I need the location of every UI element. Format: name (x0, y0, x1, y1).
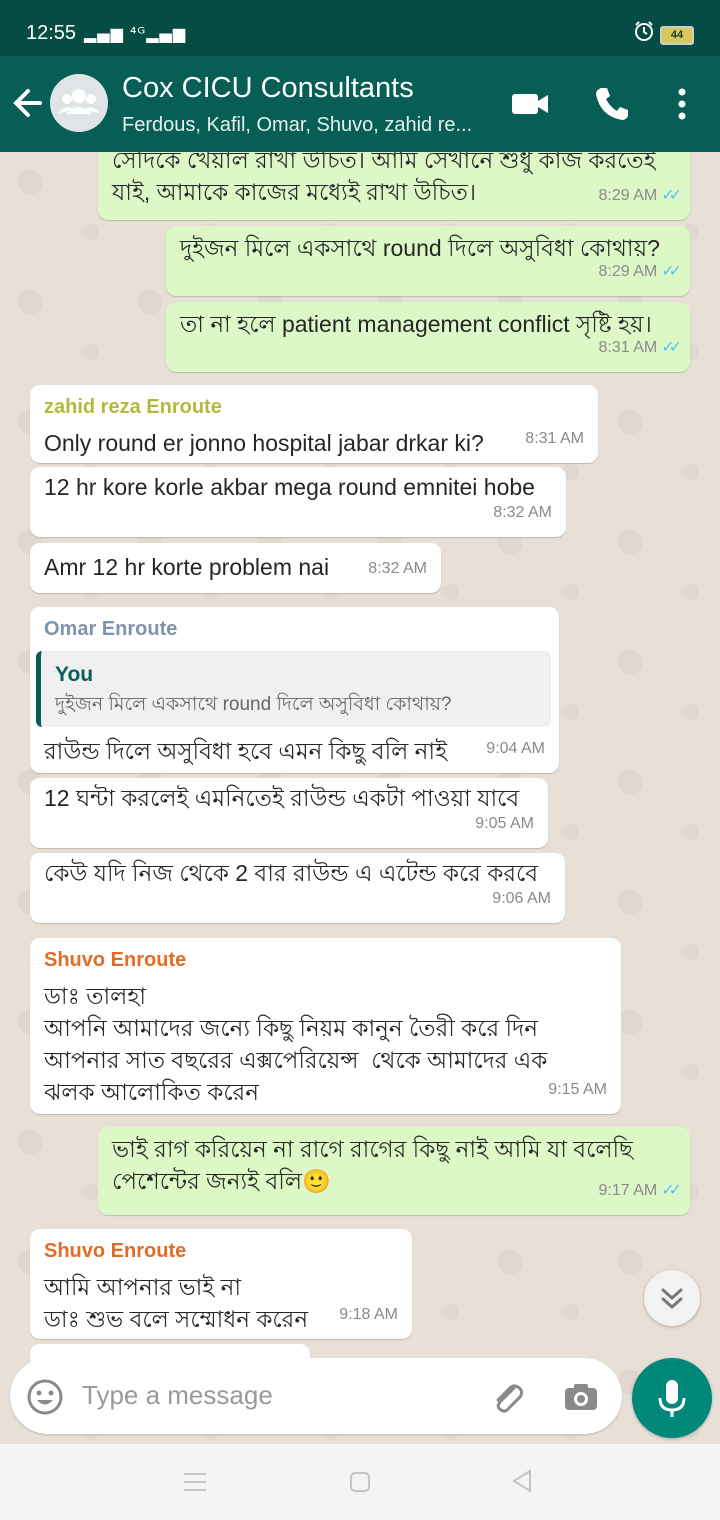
message-time: 9:05 AM (475, 815, 534, 832)
voice-call-icon[interactable] (592, 84, 632, 124)
message-meta: 8:29 AM ✓✓ (598, 180, 682, 212)
message-meta: 8:31 AM ✓✓ (598, 332, 682, 364)
nav-home-icon[interactable] (348, 1470, 372, 1494)
attach-icon[interactable] (488, 1378, 526, 1416)
status-time: 12:55 (26, 22, 77, 44)
message-bubble-outgoing[interactable]: তা না হলে patient management conflict সৃ… (166, 302, 690, 372)
message-bubble-incoming[interactable]: 12 ঘন্টা করলেই এমনিতেই রাউন্ড একটা পাওয়… (30, 778, 548, 848)
signal-icon: ▂▄▆ ⁴ᴳ▂▄▆ (84, 24, 187, 43)
alarm-icon (635, 21, 653, 41)
message-bubble-outgoing[interactable]: দুইজন মিলে একসাথে round দিলে অসুবিধা কোথ… (166, 226, 690, 296)
camera-icon[interactable] (562, 1378, 600, 1416)
nav-menu-icon[interactable] (182, 1470, 208, 1494)
read-ticks-icon: ✓✓ (661, 187, 682, 204)
sender-name[interactable]: Shuvo Enroute (44, 944, 607, 976)
quoted-message[interactable]: You দুইজন মিলে একসাথে round দিলে অসুবিধা… (36, 651, 551, 727)
message-time: 8:32 AM (493, 504, 552, 521)
message-bubble-incoming[interactable]: Shuvo Enroute ডাঃ তালহা আপনি আমাদের জন্য… (30, 938, 621, 1114)
message-meta: 8:29 AM ✓✓ (598, 256, 682, 288)
message-bubble-outgoing[interactable]: ভাই রাগ করিয়েন না রাগে রাগের কিছু নাই আ… (98, 1127, 690, 1215)
message-text: 12 ঘন্টা করলেই এমনিতেই রাউন্ড একটা পাওয়… (44, 785, 520, 811)
message-time: 8:32 AM (368, 560, 427, 577)
back-arrow-icon[interactable] (10, 78, 50, 128)
more-options-icon[interactable] (662, 84, 702, 124)
message-text: রাউন্ড দিলে অসুবিধা হবে এমন কিছু বলি নাই (44, 738, 448, 764)
message-meta: 8:31 AM (525, 423, 584, 455)
video-call-icon[interactable] (510, 84, 550, 124)
message-time: 9:15 AM (548, 1081, 607, 1098)
message-bubble-outgoing[interactable]: সেদিকে খেয়াল রাখা উচিত। আমি সেখানে শুধু… (98, 152, 690, 220)
status-bar: 12:55 ▂▄▆ ⁴ᴳ▂▄▆ 44 (0, 0, 720, 56)
read-ticks-icon: ✓✓ (661, 339, 682, 356)
emoji-icon[interactable] (26, 1378, 64, 1416)
message-meta: 8:32 AM (493, 497, 552, 529)
battery-icon: 44 (660, 26, 694, 45)
sender-name[interactable]: Shuvo Enroute (44, 1235, 398, 1267)
message-time: 9:04 AM (486, 740, 545, 757)
message-meta: 9:04 AM (486, 733, 545, 765)
message-time: 8:31 AM (598, 339, 658, 356)
chat-area[interactable]: সেদিকে খেয়াল রাখা উচিত। আমি সেখানে শুধু… (0, 152, 720, 1444)
chat-header: Cox CICU Consultants Ferdous, Kafil, Oma… (0, 56, 720, 152)
message-meta: 9:05 AM (475, 808, 534, 840)
message-bubble-incoming[interactable]: Amr 12 hr korte problem nai 8:32 AM (30, 543, 441, 593)
scroll-down-icon[interactable] (644, 1270, 700, 1326)
chat-participants[interactable]: Ferdous, Kafil, Omar, Shuvo, zahid re... (122, 114, 472, 137)
message-bubble-incoming[interactable]: 12 hr kore korle akbar mega round emnite… (30, 467, 566, 537)
message-meta: 8:32 AM (368, 553, 427, 585)
message-time: 9:06 AM (492, 890, 551, 907)
message-time: 8:29 AM (598, 187, 658, 204)
message-text: Only round er jonno hospital jabar drkar… (44, 430, 484, 456)
message-input-bar[interactable]: Type a message (10, 1358, 622, 1434)
message-bubble-incoming[interactable]: Omar Enroute You দুইজন মিলে একসাথে round… (30, 607, 559, 773)
chat-title[interactable]: Cox CICU Consultants (122, 72, 414, 105)
message-bubble-incoming[interactable]: Shuvo Enroute আমি আপনার ভাই না ডাঃ শুভ ব… (30, 1229, 412, 1339)
message-meta: 9:17 AM ✓✓ (598, 1175, 682, 1207)
message-text: 12 hr kore korle akbar mega round emnite… (44, 474, 535, 500)
quoted-text: দুইজন মিলে একসাথে round দিলে অসুবিধা কোথ… (55, 694, 452, 715)
message-time: 8:29 AM (598, 263, 658, 280)
message-meta: 9:15 AM (548, 1074, 607, 1106)
message-input[interactable]: Type a message (82, 1380, 273, 1411)
message-time: 9:17 AM (598, 1182, 658, 1199)
mic-icon[interactable] (632, 1358, 712, 1438)
read-ticks-icon: ✓✓ (661, 1182, 682, 1199)
nav-back-icon[interactable] (510, 1468, 534, 1494)
message-bubble-incoming[interactable]: zahid reza Enroute Only round er jonno h… (30, 385, 598, 463)
quoted-sender: You (55, 663, 94, 686)
message-time: 8:31 AM (525, 430, 584, 447)
group-avatar-icon[interactable] (50, 74, 108, 132)
message-text: সেদিকে খেয়াল রাখা উচিত। আমি সেখানে শুধু… (112, 152, 656, 205)
message-text: কেউ যদি নিজ থেকে 2 বার রাউন্ড এ এটেন্ড ক… (44, 860, 539, 886)
sender-name[interactable]: zahid reza Enroute (44, 391, 584, 423)
message-text: ডাঃ তালহা আপনি আমাদের জন্যে কিছু নিয়ম ক… (44, 983, 548, 1105)
message-bubble-incoming[interactable]: কেউ যদি নিজ থেকে 2 বার রাউন্ড এ এটেন্ড ক… (30, 853, 565, 923)
sender-name[interactable]: Omar Enroute (44, 613, 551, 645)
message-text: ভাই রাগ করিয়েন না রাগে রাগের কিছু নাই আ… (112, 1136, 633, 1194)
message-meta: 9:18 AM (339, 1299, 398, 1331)
message-time: 9:18 AM (339, 1306, 398, 1323)
message-meta: 9:06 AM (492, 883, 551, 915)
read-ticks-icon: ✓✓ (661, 263, 682, 280)
system-nav-bar (0, 1444, 720, 1520)
